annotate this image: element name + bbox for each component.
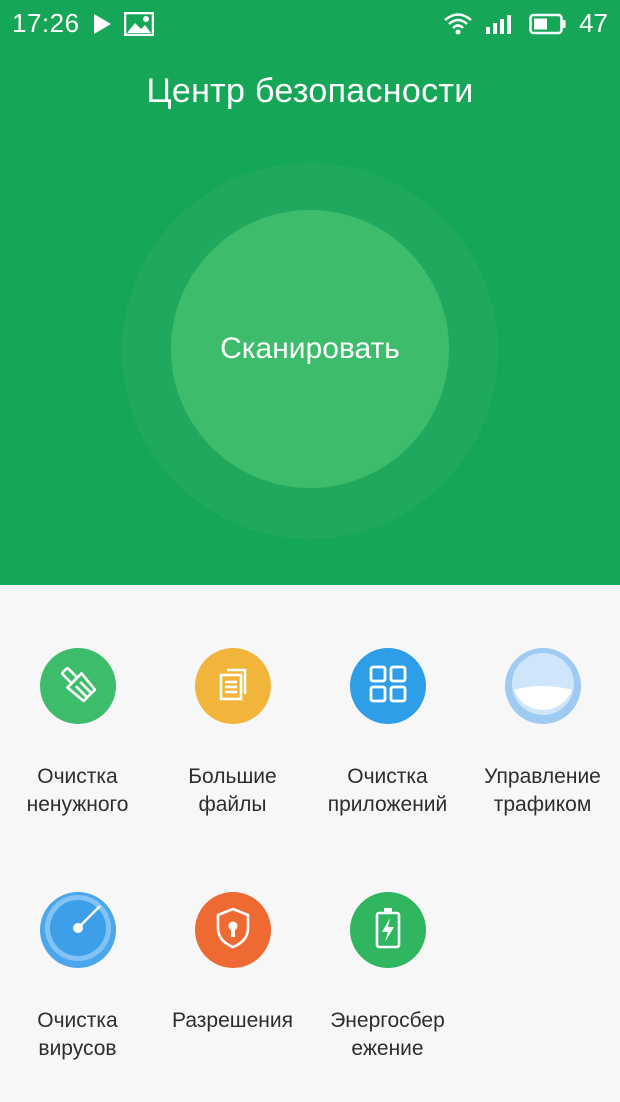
tool-energy-saving[interactable]: Энергосбер ежение	[310, 829, 465, 1060]
tool-label: Очистка ненужного	[0, 763, 161, 819]
tool-label-line1: Очистка	[37, 1009, 118, 1032]
tool-virus-cleanup[interactable]: Очистка вирусов	[0, 829, 155, 1060]
tool-icon-bg	[505, 648, 581, 724]
broom-icon	[56, 662, 100, 711]
tool-label-line1: Очистка	[347, 765, 428, 788]
tool-icon-bg	[40, 892, 116, 968]
image-icon	[123, 11, 154, 36]
scan-button-label: Сканировать	[220, 332, 400, 365]
traffic-icon	[505, 646, 581, 727]
wifi-icon	[443, 12, 473, 36]
apps-grid-icon	[368, 664, 408, 709]
tool-app-cleanup[interactable]: Очистка приложений	[310, 585, 465, 816]
tool-label: Очистка приложений	[304, 763, 471, 819]
tool-label-line2: приложений	[327, 793, 448, 816]
tool-traffic-management[interactable]: Управление трафиком	[465, 585, 620, 816]
tool-icon-bg	[195, 648, 271, 724]
tool-icon-bg	[40, 648, 116, 724]
radar-icon	[40, 890, 116, 971]
header-area: 17:26 47 Центр безопасности Сканировать	[0, 0, 620, 585]
tool-label-line2: файлы	[198, 793, 267, 816]
tool-icon-bg	[195, 892, 271, 968]
tool-label-line1: Очистка	[37, 765, 118, 788]
tool-label-line2: вирусов	[38, 1037, 117, 1060]
battery-charge-icon	[373, 906, 403, 955]
tool-label: Энергосбер ежение	[304, 1007, 471, 1063]
tool-label: Разрешения	[149, 1007, 316, 1035]
tool-label-line2: трафиком	[493, 793, 592, 816]
tool-large-files[interactable]: Большие файлы	[155, 585, 310, 816]
tool-permissions[interactable]: Разрешения	[155, 829, 310, 1059]
scan-button[interactable]: Сканировать	[171, 210, 449, 488]
battery-icon	[529, 13, 567, 35]
status-time: 17:26	[12, 8, 80, 38]
play-icon	[92, 13, 112, 35]
page-title: Центр безопасности	[146, 72, 474, 110]
tool-label: Большие файлы	[149, 763, 316, 819]
tool-label-line2: ежение	[351, 1037, 424, 1060]
status-bar: 17:26 47	[0, 0, 620, 46]
tools-grid: Очистка ненужного Большие файлы Очистка …	[0, 585, 620, 1102]
signal-icon	[485, 13, 517, 35]
tool-label: Очистка вирусов	[0, 1007, 161, 1063]
files-icon	[213, 664, 253, 709]
battery-level: 47	[579, 8, 608, 38]
tool-label-line2: ненужного	[26, 793, 129, 816]
tool-icon-bg	[350, 892, 426, 968]
shield-lock-icon	[213, 906, 253, 955]
tool-junk-cleanup[interactable]: Очистка ненужного	[0, 585, 155, 816]
tool-label: Управление трафиком	[459, 763, 620, 819]
tool-icon-bg	[350, 648, 426, 724]
tool-label-line1: Разрешения	[172, 1009, 293, 1032]
tool-label-line1: Энергосбер	[330, 1009, 445, 1032]
tool-label-line1: Большие	[188, 765, 277, 788]
tool-label-line1: Управление	[484, 765, 601, 788]
